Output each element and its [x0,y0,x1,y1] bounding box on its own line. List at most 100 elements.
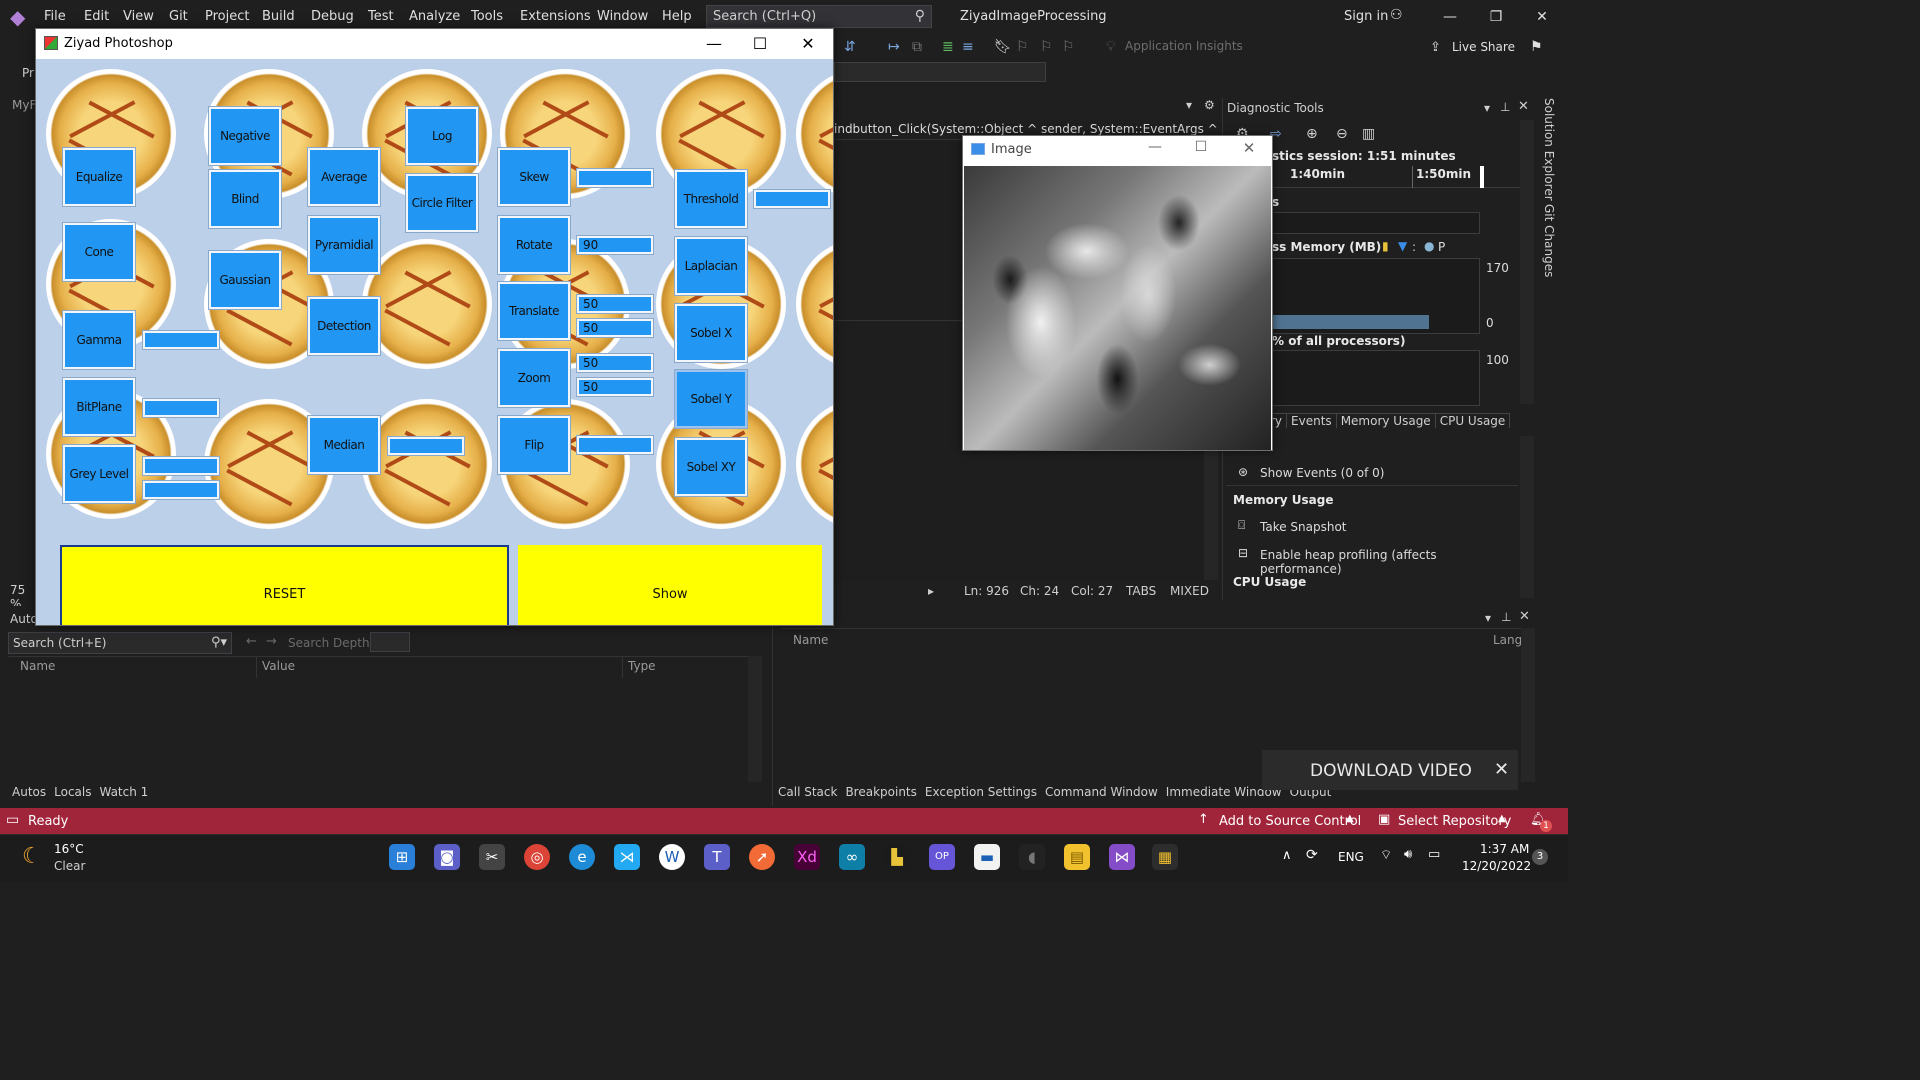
vs-minimize-button[interactable]: — [1430,6,1470,28]
panel-dropdown-icon[interactable]: ▾ [1484,101,1490,115]
show-button[interactable]: Show [518,545,822,625]
pin-icon[interactable]: ⊥ [1501,610,1511,624]
memory-chart[interactable] [1272,258,1480,334]
menu-view[interactable]: View [123,9,154,24]
blind-button[interactable]: Blind [209,170,281,228]
circle-filter-button[interactable]: Circle Filter [406,174,478,232]
language-indicator[interactable]: ENG [1338,850,1364,864]
heap-profiling-toggle[interactable]: ⊟ Enable heap profiling (affects perform… [1226,540,1518,576]
postman-icon[interactable]: ➚ [749,844,775,870]
toolbar-run-icon[interactable]: ↦ [888,39,900,55]
tab-breakpoints[interactable]: Breakpoints [845,785,916,799]
volume-icon[interactable]: 🔊︎ [1404,847,1412,862]
reset-view-icon[interactable]: ▥ [1362,126,1375,142]
line-ending-indicator[interactable]: MIXED [1170,584,1209,598]
gamma-button[interactable]: Gamma [63,311,135,369]
function-navigation-dropdown[interactable]: indbutton_Click(System::Object ^ sender,… [834,122,1234,136]
ps-maximize-button[interactable]: ☐ [740,31,780,57]
weather-temp[interactable]: 16°C [54,842,84,856]
average-button[interactable]: Average [308,148,380,206]
reset-button[interactable]: RESET [60,545,509,625]
show-events-row[interactable]: ⊛ Show Events (0 of 0) [1226,458,1518,486]
sync-icon[interactable]: ⟳ [1306,847,1318,863]
wifi-icon[interactable]: ⌔ [1380,847,1392,863]
tab-settings-gear-icon[interactable]: ⚙ [1204,98,1215,112]
visual-studio-icon[interactable]: ⋈ [1109,844,1135,870]
application-insights-dropdown[interactable]: Application Insights [1125,39,1243,53]
pin-icon[interactable]: ⊥ [1500,100,1510,114]
tab-exception-settings[interactable]: Exception Settings [925,785,1037,799]
autos-search-input[interactable]: Search (Ctrl+E) ⚲▾ [8,632,232,654]
menu-debug[interactable]: Debug [311,9,354,24]
skew-button[interactable]: Skew [498,148,570,206]
grey-level-button[interactable]: Grey Level [63,445,135,503]
git-changes-tab[interactable]: Git Changes [1542,204,1556,277]
chrome-icon[interactable]: ◎ [524,844,550,870]
arduino-icon[interactable]: ∞ [839,844,865,870]
window-app-icon[interactable]: ▬ [974,844,1000,870]
zoom-out-icon[interactable]: ⊖ [1336,126,1348,142]
live-share-button[interactable]: Live Share [1452,40,1515,54]
photoshop-app-icon[interactable]: ▦ [1152,844,1178,870]
zoom-in-icon[interactable]: ⊕ [1306,126,1318,142]
toolbar-copy-icon[interactable]: ⧉ [912,39,922,55]
teams-chat-icon[interactable]: ◙ [434,844,460,870]
teams-icon[interactable]: T [704,844,730,870]
col-value[interactable]: Value [262,659,295,673]
equalize-button[interactable]: Equalize [63,148,135,206]
image-minimize-button[interactable]: — [1143,139,1167,161]
col-name[interactable]: Name [20,659,55,673]
callstack-close-icon[interactable]: ✕ [1519,609,1530,624]
tab-call-stack[interactable]: Call Stack [778,785,837,799]
op-gg-icon[interactable]: OP [929,844,955,870]
add-to-source-control[interactable]: Add to Source Control [1219,814,1361,829]
laplacian-button[interactable]: Laplacian [675,237,747,295]
bookmark-clear-icon[interactable]: ⚐ [1062,39,1075,55]
cpu-chart[interactable] [1272,350,1480,406]
image-maximize-button[interactable]: ☐ [1189,139,1213,161]
solution-explorer-tab[interactable]: Solution Explorer [1542,98,1556,201]
search-depth-select[interactable] [370,632,410,652]
tab-watch-1[interactable]: Watch 1 [99,785,148,799]
gamma-input[interactable] [143,331,219,349]
tab-autos[interactable]: Autos [12,785,46,799]
clock-date[interactable]: 12/20/2022 [1462,859,1531,873]
callstack-col-name[interactable]: Name [793,633,828,647]
bitplane-button[interactable]: BitPlane [63,378,135,436]
callstack-scrollbar[interactable] [1521,628,1535,782]
threshold-input[interactable] [754,190,830,208]
grey-level-input-2[interactable] [143,481,219,499]
photoshop-titlebar[interactable]: Ziyad Photoshop — ☐ ✕ [36,29,833,59]
sobel-x-button[interactable]: Sobel X [675,304,747,362]
file-tab-fragment[interactable]: MyF [12,98,36,112]
diag-close-icon[interactable]: ✕ [1518,99,1529,114]
toolbar-indent-icon[interactable]: ≣ [942,39,954,55]
ps-close-button[interactable]: ✕ [788,31,828,57]
battery-icon[interactable]: ▭ [1428,847,1440,862]
back-arrow-icon[interactable]: ← [246,634,257,649]
flip-button[interactable]: Flip [498,416,570,474]
menu-project[interactable]: Project [205,9,249,24]
bookmark-icon[interactable]: 🔖︎ [994,39,1012,55]
bookmark-prev-icon[interactable]: ⚐ [1016,39,1029,55]
tab-list-chevron-icon[interactable]: ▾ [1186,98,1192,112]
vs-restore-button[interactable]: ❐ [1476,6,1516,28]
image-close-button[interactable]: ✕ [1237,139,1261,161]
translate-x-input[interactable]: 50 [577,295,653,313]
clock-time[interactable]: 1:37 AM [1480,842,1529,856]
tab-locals[interactable]: Locals [54,785,91,799]
select-repository[interactable]: Select Repository [1398,814,1511,829]
col-type[interactable]: Type [628,659,656,673]
vs-search-box[interactable]: Search (Ctrl+Q) ⚲ [706,5,932,28]
bitplane-input[interactable] [143,399,219,417]
snipping-tool-icon[interactable]: ✂ [479,844,505,870]
sobel-y-button[interactable]: Sobel Y [675,370,747,428]
log-button[interactable]: Log [406,107,478,165]
ps-minimize-button[interactable]: — [694,31,734,57]
vs-close-button[interactable]: ✕ [1522,6,1562,28]
tab-command-window[interactable]: Command Window [1045,785,1158,799]
tray-chevron-up-icon[interactable]: ∧ [1282,848,1292,863]
tabs-indicator[interactable]: TABS [1126,584,1156,598]
rotate-input[interactable]: 90 [577,236,653,254]
menu-edit[interactable]: Edit [84,9,109,24]
